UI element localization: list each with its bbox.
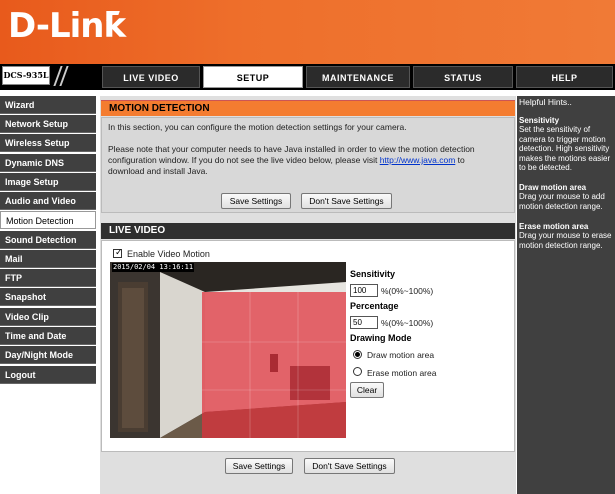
divider-slashes-icon bbox=[53, 66, 69, 86]
java-note-line-3: download and install Java. bbox=[108, 166, 208, 176]
erase-motion-area-radio[interactable] bbox=[353, 367, 362, 376]
tab-maintenance[interactable]: MAINTENANCE bbox=[306, 66, 410, 88]
sensitivity-label: Sensitivity bbox=[350, 269, 396, 279]
motion-detection-title: MOTION DETECTION bbox=[101, 100, 515, 116]
live-video-feed[interactable] bbox=[110, 262, 346, 438]
java-link[interactable]: http://www.java.com bbox=[380, 155, 456, 165]
clear-button[interactable]: Clear bbox=[350, 382, 384, 398]
percentage-label: Percentage bbox=[350, 301, 399, 311]
hint-erase-title: Erase motion area bbox=[519, 222, 589, 231]
sidebar-item-mail[interactable]: Mail bbox=[0, 250, 96, 268]
sidebar-item-wizard[interactable]: Wizard bbox=[0, 96, 96, 114]
brand-header: D-Link bbox=[0, 0, 615, 64]
enable-video-motion-label: Enable Video Motion bbox=[127, 249, 210, 259]
brand-logo: D-Link bbox=[8, 6, 126, 46]
java-note-suffix: to bbox=[455, 155, 465, 165]
sidebar-item-wireless-setup[interactable]: Wireless Setup bbox=[0, 134, 96, 152]
tab-live-video[interactable]: LIVE VIDEO bbox=[102, 66, 200, 88]
sidebar-item-logout[interactable]: Logout bbox=[0, 366, 96, 384]
tab-help[interactable]: HELP bbox=[516, 66, 613, 88]
motion-intro-text: In this section, you can configure the m… bbox=[108, 122, 407, 132]
sensitivity-range-text: %(0%~100%) bbox=[381, 286, 434, 296]
enable-video-motion-checkbox[interactable]: ✓ bbox=[113, 247, 123, 258]
sidebar-item-time-date[interactable]: Time and Date bbox=[0, 327, 96, 345]
motion-area-overlay bbox=[202, 292, 346, 438]
draw-motion-area-radio[interactable] bbox=[353, 350, 362, 359]
tab-setup[interactable]: SETUP bbox=[203, 66, 303, 88]
percentage-input[interactable]: 50 bbox=[350, 316, 378, 329]
sidebar-item-video-clip[interactable]: Video Clip bbox=[0, 308, 96, 326]
save-settings-button-bottom[interactable]: Save Settings bbox=[225, 458, 293, 474]
dont-save-button-top[interactable]: Don't Save Settings bbox=[301, 193, 392, 209]
sidebar-item-image-setup[interactable]: Image Setup bbox=[0, 173, 96, 191]
draw-motion-area-label: Draw motion area bbox=[367, 350, 435, 360]
video-timestamp: 2015/02/04 13:16:11 bbox=[112, 263, 195, 272]
sidebar-item-motion-detection[interactable]: Motion Detection bbox=[0, 211, 96, 229]
save-settings-button-top[interactable]: Save Settings bbox=[221, 193, 291, 209]
drawing-mode-label: Drawing Mode bbox=[350, 333, 412, 343]
sidebar-item-dynamic-dns[interactable]: Dynamic DNS bbox=[0, 154, 96, 172]
sidebar-item-day-night-mode[interactable]: Day/Night Mode bbox=[0, 346, 96, 364]
erase-motion-area-label: Erase motion area bbox=[367, 368, 437, 378]
model-label: DCS-935L bbox=[2, 66, 50, 85]
sidebar-item-snapshot[interactable]: Snapshot bbox=[0, 288, 96, 306]
sidebar-item-network-setup[interactable]: Network Setup bbox=[0, 115, 96, 133]
camera-scene-image bbox=[110, 262, 346, 438]
dont-save-button-bottom[interactable]: Don't Save Settings bbox=[304, 458, 395, 474]
tab-status[interactable]: STATUS bbox=[413, 66, 513, 88]
hints-title: Helpful Hints.. bbox=[519, 97, 572, 107]
percentage-range-text: %(0%~100%) bbox=[381, 318, 434, 328]
hint-sensitivity-title: Sensitivity bbox=[519, 116, 560, 125]
sidebar-item-sound-detection[interactable]: Sound Detection bbox=[0, 231, 96, 249]
hint-draw-text: Drag your mouse to add motion detection … bbox=[519, 192, 605, 211]
hint-draw-title: Draw motion area bbox=[519, 183, 587, 192]
hint-sensitivity-text: Set the sensitivity of camera to trigger… bbox=[519, 125, 611, 172]
java-note-line-2: configuration window. If you do not see … bbox=[108, 155, 513, 166]
live-video-title: LIVE VIDEO bbox=[101, 223, 515, 239]
java-note-text: configuration window. If you do not see … bbox=[108, 155, 380, 165]
checkmark-icon: ✓ bbox=[115, 247, 123, 257]
sensitivity-input[interactable]: 100 bbox=[350, 284, 378, 297]
hint-erase-text: Drag your mouse to erase motion detectio… bbox=[519, 231, 612, 250]
sidebar-item-audio-video[interactable]: Audio and Video bbox=[0, 192, 96, 210]
java-note-line-1: Please note that your computer needs to … bbox=[108, 144, 475, 154]
sidebar-item-ftp[interactable]: FTP bbox=[0, 269, 96, 287]
